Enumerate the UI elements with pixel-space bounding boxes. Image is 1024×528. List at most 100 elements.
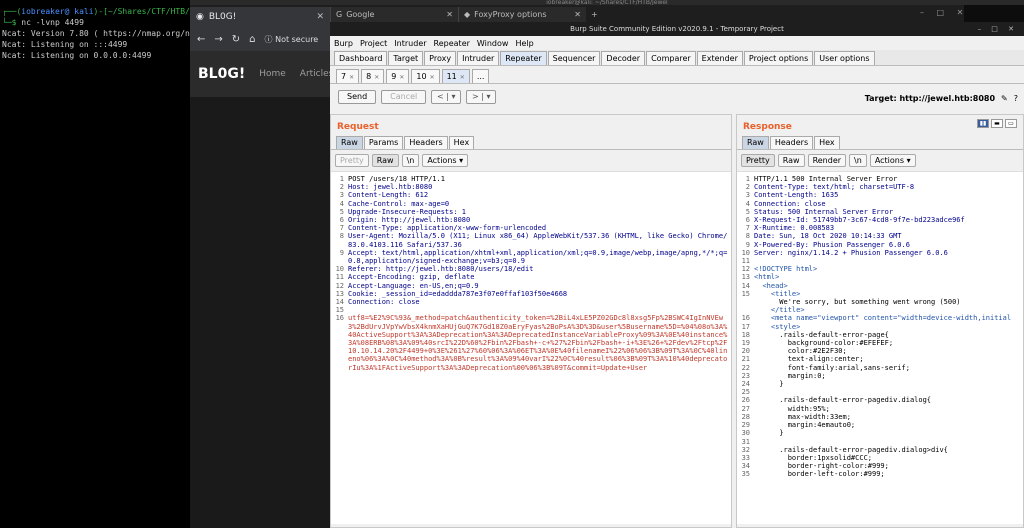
actions-dropdown[interactable]: Actions ▾ [422, 154, 469, 167]
raw-toggle[interactable]: Raw [371, 154, 399, 167]
reload-icon[interactable]: ↻ [232, 34, 240, 45]
prompt-user: iobreaker@ kali [21, 7, 94, 16]
raw-toggle[interactable]: Raw [777, 154, 805, 167]
browser-window[interactable]: ◉ BL0G! ✕ ← → ↻ ⌂ ⓘ Not secure BL0G! Hom… [190, 5, 330, 528]
response-tab-hex[interactable]: Hex [814, 136, 840, 149]
close-icon[interactable]: ✕ [374, 74, 379, 81]
help-icon[interactable]: ? [1014, 94, 1018, 103]
line-number: 7 [745, 224, 750, 233]
close-icon[interactable]: ✕ [399, 74, 404, 81]
forward-icon[interactable]: → [214, 34, 222, 45]
line-content: Content-Type: application/x-www-form-url… [348, 224, 547, 233]
history-forward-button[interactable]: > | ▾ [466, 90, 497, 104]
line-number: 18 [741, 330, 750, 339]
site-logo[interactable]: BL0G! [198, 66, 245, 82]
code-line: 13 <html> [739, 273, 1021, 281]
close-icon[interactable]: ✕ [446, 10, 453, 19]
burp-suite-window[interactable]: Burp Suite Community Edition v2020.9.1 -… [330, 22, 1024, 528]
code-line: 20 color:#2E2F30; [739, 347, 1021, 355]
layout-horizontal-icon[interactable]: ▬ [991, 119, 1003, 128]
tab-dashboard[interactable]: Dashboard [334, 51, 388, 65]
tab-comparer[interactable]: Comparer [646, 51, 696, 65]
tab-extender[interactable]: Extender [696, 51, 743, 65]
close-icon[interactable]: ✕ [574, 10, 581, 19]
code-line: 5 Status: 500 Internal Server Error [739, 208, 1021, 216]
menu-repeater[interactable]: Repeater [434, 39, 470, 48]
request-tab-headers[interactable]: Headers [404, 136, 448, 149]
line-content: Accept-Language: en-US,en;q=0.9 [348, 281, 479, 290]
close-icon[interactable]: ✕ [460, 74, 465, 81]
browser-tab-blog[interactable]: ◉ BL0G! ✕ [190, 7, 330, 27]
repeater-tab-11[interactable]: 11 ✕ [441, 69, 470, 83]
close-icon[interactable]: ✕ [316, 12, 324, 22]
window-controls[interactable]: – □ ✕ [920, 8, 963, 17]
browser-navbar: ← → ↻ ⌂ ⓘ Not secure [190, 27, 330, 51]
pretty-toggle[interactable]: Pretty [741, 154, 775, 167]
line-content: Server: nginx/1.14.2 + Phusion Passenger… [754, 248, 948, 257]
send-button[interactable]: Send [338, 90, 377, 104]
menu-burp[interactable]: Burp [334, 39, 353, 48]
actions-dropdown[interactable]: Actions ▾ [869, 154, 916, 167]
nav-articles[interactable]: Articles [300, 69, 330, 79]
browser-tab-foxyproxy[interactable]: ◆ FoxyProxy options ✕ [458, 7, 586, 22]
repeater-tab-9[interactable]: 9 ✕ [386, 69, 410, 83]
layout-tabs-icon[interactable]: ▭ [1005, 119, 1017, 128]
tab-sequencer[interactable]: Sequencer [547, 51, 601, 65]
tab-decoder[interactable]: Decoder [601, 51, 646, 65]
response-tab-raw[interactable]: Raw [742, 136, 769, 149]
close-icon[interactable]: ✕ [349, 74, 354, 81]
nav-home[interactable]: Home [259, 69, 286, 79]
prompt-path: ~/Shares/CTF/HTB/Jew [107, 7, 190, 16]
code-line: 15 [333, 306, 729, 314]
menu-help[interactable]: Help [515, 39, 533, 48]
line-number: 9 [745, 240, 750, 249]
edit-icon[interactable]: ✎ [1001, 94, 1008, 103]
request-tab-raw[interactable]: Raw [336, 136, 363, 149]
newline-toggle[interactable]: \n [849, 154, 867, 167]
tab-project-options[interactable]: Project options [743, 51, 814, 65]
browser-tabs-extra: G Google ✕ ◆ FoxyProxy options ✕ + [330, 5, 964, 22]
pretty-toggle[interactable]: Pretty [335, 154, 369, 167]
history-back-button[interactable]: < | ▾ [431, 90, 462, 104]
security-indicator[interactable]: ⓘ Not secure [265, 34, 319, 45]
close-icon[interactable]: ✕ [430, 74, 435, 81]
request-tab-params[interactable]: Params [363, 136, 404, 149]
code-line: 10 Referer: http://jewel.htb:8080/users/1… [333, 265, 729, 273]
line-content: } [754, 429, 784, 438]
cancel-button[interactable]: Cancel [381, 90, 427, 104]
window-controls[interactable]: – □ ✕ [978, 22, 1014, 36]
line-number: 2 [745, 183, 750, 192]
response-tab-headers[interactable]: Headers [769, 136, 814, 149]
tab-repeater[interactable]: Repeater [500, 51, 547, 65]
tab-proxy[interactable]: Proxy [424, 51, 457, 65]
request-editor[interactable]: 1 POST /users/18 HTTP/1.1 2 Host: jewel.htb… [331, 172, 731, 524]
repeater-tab-8[interactable]: 8 ✕ [361, 69, 385, 83]
line-content: background-color:#EFEFEF; [754, 339, 894, 348]
repeater-tab-7[interactable]: 7 ✕ [336, 69, 360, 83]
code-line: 18 .rails-default-error-page{ [739, 331, 1021, 339]
repeater-tab-more[interactable]: ... [471, 69, 490, 83]
tab-target[interactable]: Target [388, 51, 424, 65]
tab-intruder[interactable]: Intruder [457, 51, 500, 65]
line-content: <head> [754, 281, 788, 290]
menu-intruder[interactable]: Intruder [394, 39, 426, 48]
response-editor[interactable]: 1 HTTP/1.1 500 Internal Server Error 2 Cont… [737, 172, 1023, 524]
menu-window[interactable]: Window [477, 39, 509, 48]
render-toggle[interactable]: Render [807, 154, 847, 167]
line-number [739, 306, 750, 314]
menu-project[interactable]: Project [360, 39, 387, 48]
home-icon[interactable]: ⌂ [249, 34, 255, 45]
layout-toggle[interactable]: ▮▮ ▬ ▭ [977, 119, 1017, 128]
code-line: 16 <meta name="viewport" content="width=… [739, 314, 1021, 322]
newline-toggle[interactable]: \n [401, 154, 420, 167]
target-display[interactable]: Target: http://jewel.htb:8080 ✎ ? [865, 94, 1018, 103]
tab-user-options[interactable]: User options [814, 51, 875, 65]
browser-tab-google[interactable]: G Google ✕ [330, 7, 458, 22]
back-icon[interactable]: ← [197, 34, 205, 45]
terminal-window[interactable]: ┌──(iobreaker@ kali)-[~/Shares/CTF/HTB/J… [0, 0, 190, 528]
request-tab-hex[interactable]: Hex [448, 136, 475, 149]
repeater-tab-10[interactable]: 10 ✕ [411, 69, 440, 83]
line-number: 7 [339, 224, 344, 233]
new-tab-button[interactable]: + [586, 7, 606, 22]
layout-split-icon[interactable]: ▮▮ [977, 119, 989, 128]
